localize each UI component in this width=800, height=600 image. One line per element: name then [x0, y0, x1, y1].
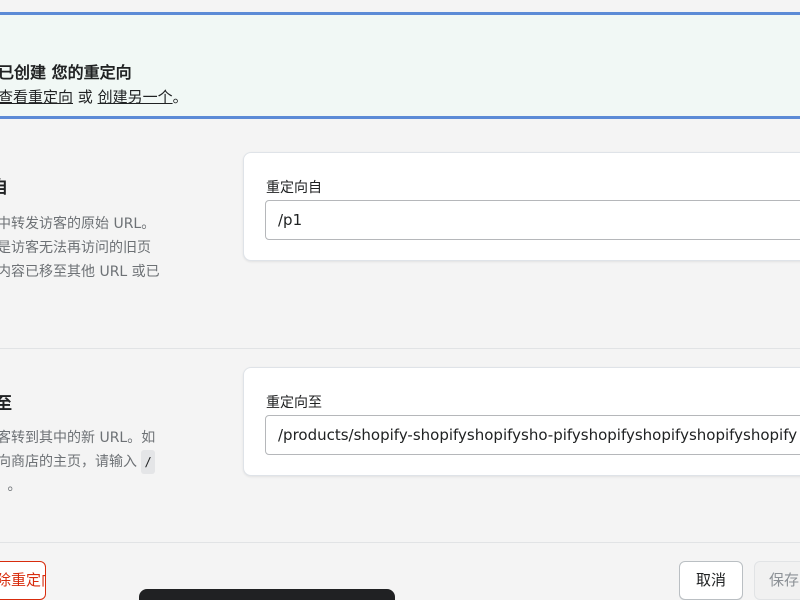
cancel-button[interactable]: 取消	[679, 561, 743, 600]
footer-divider	[0, 542, 800, 543]
redirect-from-label: 重定向自	[266, 180, 322, 196]
redirect-to-description: 客转到其中的新 URL。如 向商店的主页，请输入 / 。	[0, 426, 155, 498]
edit-redirect-page: 已创建 您的重定向 查看重定向 或 创建另一个。 自 中转发访客的原始 URL。…	[0, 0, 800, 600]
banner-or-text: 或	[73, 88, 98, 106]
banner-end-punctuation: 。	[172, 88, 188, 106]
redirect-from-input[interactable]: /p1	[265, 200, 800, 240]
redirect-to-desc-line: 向商店的主页，请输入 /	[0, 450, 155, 474]
redirect-to-desc-line: 客转到其中的新 URL。如	[0, 430, 156, 446]
success-banner: 已创建 您的重定向 查看重定向 或 创建另一个。	[0, 12, 800, 119]
section-divider	[0, 348, 800, 349]
redirect-to-label: 重定向至	[266, 395, 322, 411]
redirect-to-input[interactable]: /products/shopify-shopifyshopifysho-pify…	[265, 415, 800, 455]
banner-title: 已创建 您的重定向	[0, 63, 132, 82]
toast-notification	[139, 589, 395, 600]
redirect-to-desc-text: 向商店的主页，请输入	[0, 454, 137, 470]
create-another-link[interactable]: 创建另一个	[98, 88, 173, 106]
redirect-from-desc-line: 是访客无法再访问的旧页	[0, 240, 151, 256]
delete-redirect-button[interactable]: 删除重定向	[0, 561, 46, 600]
redirect-to-section-title: 至	[0, 394, 12, 414]
redirect-to-desc-line: 。	[0, 474, 155, 498]
save-button[interactable]: 保存	[754, 561, 800, 600]
redirect-from-desc-line: 中转发访客的原始 URL。	[0, 216, 156, 232]
redirect-to-card: 重定向至 /products/shopify-shopifyshopifysho…	[243, 367, 800, 476]
redirect-from-description: 中转发访客的原始 URL。 是访客无法再访问的旧页 内容已移至其他 URL 或已	[0, 212, 160, 284]
view-redirects-link[interactable]: 查看重定向	[0, 88, 73, 106]
redirect-from-desc-line: 内容已移至其他 URL 或已	[0, 264, 160, 280]
redirect-from-section-title: 自	[0, 173, 8, 198]
banner-description: 查看重定向 或 创建另一个。	[0, 86, 188, 107]
redirect-from-card: 重定向自 /p1	[243, 152, 800, 261]
homepage-path-code: /	[141, 450, 155, 474]
redirect-to-desc-end: 。	[7, 478, 22, 494]
